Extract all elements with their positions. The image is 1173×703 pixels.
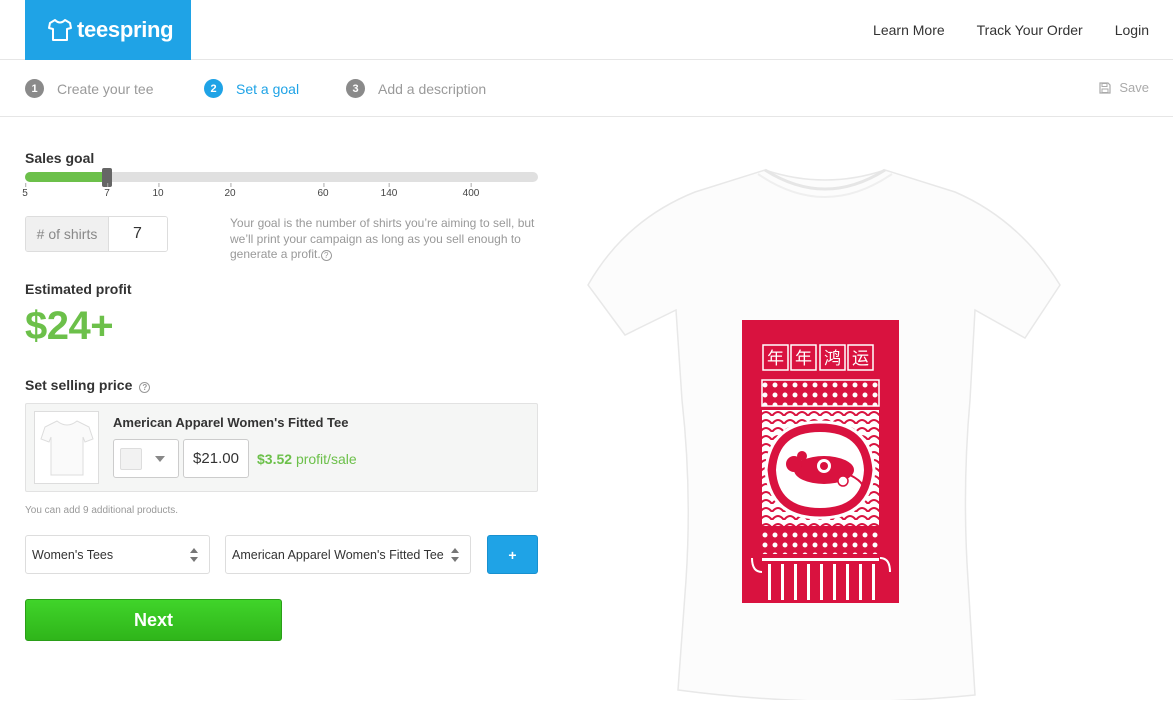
step-number: 1 (25, 79, 44, 98)
tshirt-preview: 年 年 鸿 运 (580, 160, 1070, 703)
tshirt-logo-icon (48, 19, 72, 41)
slider-fill (25, 172, 108, 182)
add-product-button[interactable]: + (487, 535, 538, 574)
chevron-down-icon (155, 456, 165, 462)
step-create-tee[interactable]: 1 Create your tee (25, 79, 154, 98)
select-arrows-icon (190, 548, 198, 562)
step-label: Create your tee (57, 80, 154, 97)
slider-tick: 7 (104, 183, 110, 199)
additional-products-note: You can add 9 additional products. (25, 505, 179, 516)
shirts-count-label: # of shirts (26, 217, 109, 251)
step-label: Add a description (378, 80, 487, 97)
design-character: 鸿 (824, 349, 841, 369)
shirts-count-input[interactable] (109, 217, 167, 251)
color-select[interactable] (113, 439, 179, 478)
tshirt-thumbnail-icon (39, 419, 94, 475)
profit-per-sale-amount: $3.52 (257, 451, 293, 467)
slider-tick: 5 (22, 183, 28, 199)
product-card: American Apparel Women's Fitted Tee $3.5… (25, 403, 538, 492)
color-swatch (120, 448, 142, 470)
slider-tick: 60 (317, 183, 329, 199)
sales-goal-heading: Sales goal (25, 150, 95, 166)
design-character: 运 (852, 349, 869, 369)
estimated-profit-heading: Estimated profit (25, 281, 132, 297)
estimated-profit-value: $24+ (25, 304, 114, 348)
shirts-count-field: # of shirts (25, 216, 168, 252)
select-arrows-icon (451, 548, 459, 562)
help-icon[interactable]: ? (320, 250, 332, 261)
step-add-description[interactable]: 3 Add a description (346, 79, 486, 98)
category-select-value: Women's Tees (32, 547, 114, 562)
step-progress-bar: 1 Create your tee 2 Set a goal 3 Add a d… (0, 60, 1173, 117)
profit-per-sale-suffix: profit/sale (295, 451, 357, 467)
selling-price-heading: Set selling price ? (25, 377, 151, 393)
teespring-logo[interactable]: teespring (25, 0, 191, 60)
goal-help-text: Your goal is the number of shirts you’re… (230, 216, 540, 263)
slider-tick: 400 (462, 183, 480, 199)
top-nav: Learn More Track Your Order Login (841, 0, 1149, 60)
design-character: 年 (795, 349, 812, 369)
slider-tick: 20 (224, 183, 236, 199)
save-button[interactable]: Save (1099, 80, 1149, 95)
step-label: Set a goal (236, 80, 300, 97)
design-character: 年 (767, 349, 784, 369)
product-name: American Apparel Women's Fitted Tee (113, 415, 349, 430)
slider-tick: 140 (380, 183, 398, 199)
save-label: Save (1119, 80, 1149, 95)
slider-tick: 10 (152, 183, 164, 199)
product-select-value: American Apparel Women's Fitted Tee (232, 547, 444, 562)
help-icon[interactable]: ? (139, 382, 151, 393)
selling-price-label: Set selling price (25, 377, 133, 393)
step-number: 2 (204, 79, 223, 98)
next-button[interactable]: Next (25, 599, 282, 641)
slider-ticks: 5 7 10 20 60 140 400 (22, 183, 538, 208)
step-number: 3 (346, 79, 365, 98)
category-select[interactable]: Women's Tees (25, 535, 210, 574)
goal-help-copy: Your goal is the number of shirts you’re… (230, 216, 535, 261)
tshirt-preview-image: 年 年 鸿 运 (587, 168, 1061, 703)
top-header: teespring Learn More Track Your Order Lo… (0, 0, 1173, 60)
login-link[interactable]: Login (1115, 22, 1149, 38)
learn-more-link[interactable]: Learn More (873, 22, 945, 38)
logo-text: teespring (77, 17, 174, 42)
step-set-goal[interactable]: 2 Set a goal (204, 79, 299, 98)
product-thumbnail (34, 411, 99, 484)
track-order-link[interactable]: Track Your Order (977, 22, 1083, 38)
price-input[interactable] (183, 439, 249, 478)
floppy-disk-icon (1099, 81, 1111, 94)
profit-per-sale: $3.52 profit/sale (257, 451, 357, 467)
sales-goal-slider[interactable] (25, 168, 538, 187)
product-select[interactable]: American Apparel Women's Fitted Tee (225, 535, 471, 574)
